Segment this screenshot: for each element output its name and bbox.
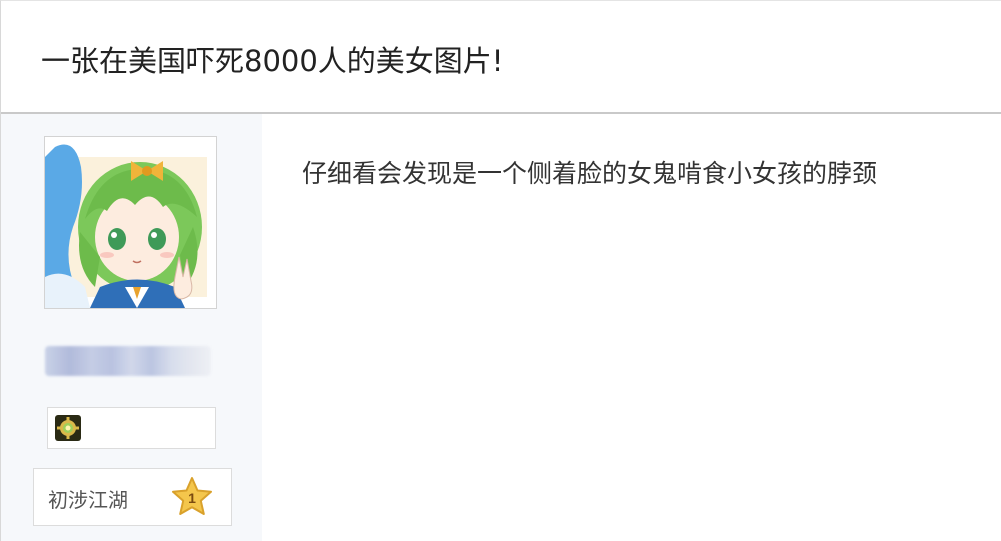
star-icon: 1: [172, 477, 212, 515]
thread-title-bar: 一张在美国吓死8000人的美女图片!: [1, 1, 1001, 114]
anime-girl-avatar-icon: [45, 137, 216, 308]
author-sidebar: 初涉江湖 1: [1, 114, 262, 541]
thread-title[interactable]: 一张在美国吓死8000人的美女图片!: [41, 38, 503, 80]
rank-label: 初涉江湖: [48, 488, 128, 512]
gold-gear-medal-icon[interactable]: [55, 415, 81, 441]
post-content: 仔细看会发现是一个侧着脸的女鬼啃食小女孩的脖颈: [302, 159, 878, 188]
forum-post-page: 一张在美国吓死8000人的美女图片! 初涉江湖 1 仔细看会发现是一个侧着脸的女…: [0, 0, 1001, 541]
rank-level: 1: [188, 490, 196, 506]
username-blurred[interactable]: [45, 346, 211, 376]
medal-box: [47, 407, 216, 449]
rank-badge: 初涉江湖 1: [33, 468, 232, 526]
avatar[interactable]: [44, 136, 217, 309]
